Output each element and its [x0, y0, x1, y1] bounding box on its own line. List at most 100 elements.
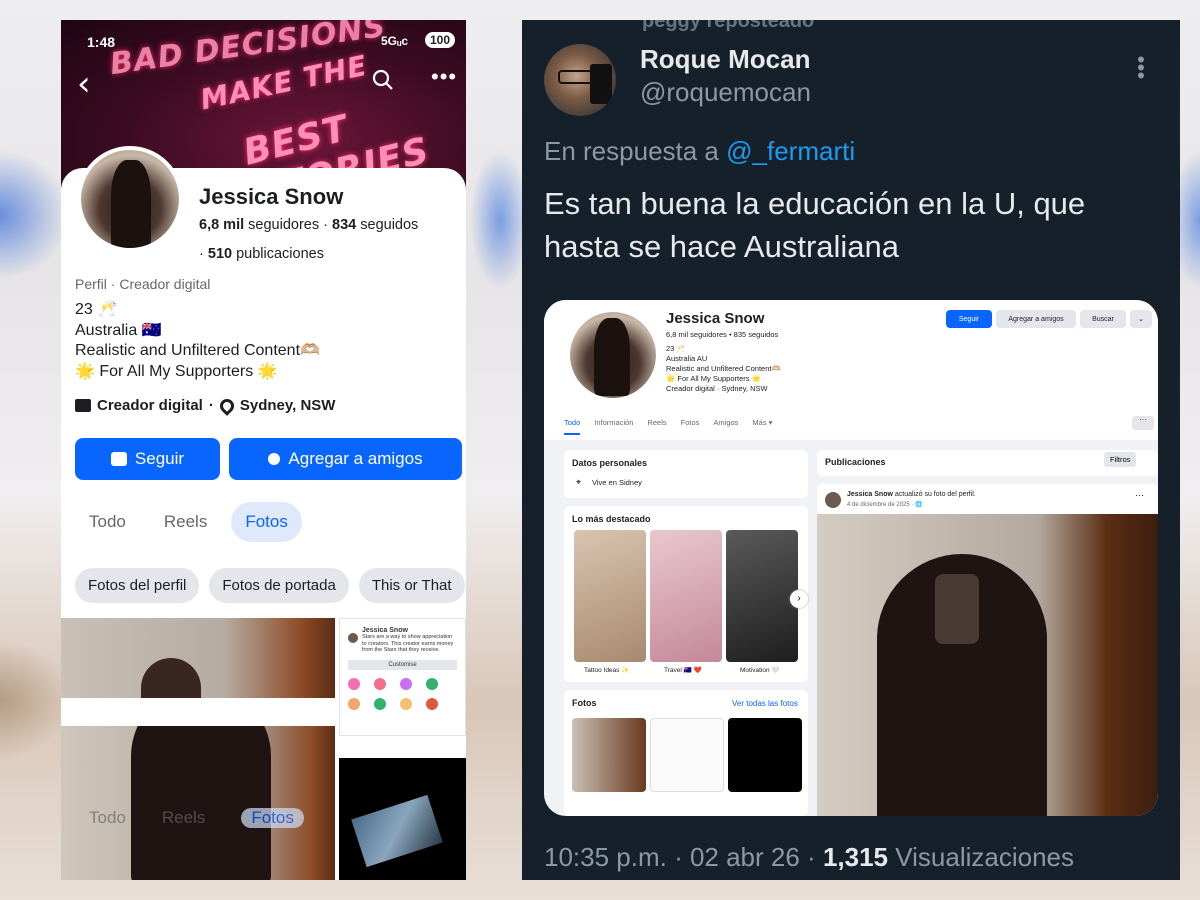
background-blur — [0, 640, 70, 760]
embed-post-more-icon: ··· — [1135, 490, 1144, 500]
thumb-button: Customise — [348, 659, 457, 670]
embed-search-button: Buscar — [1080, 310, 1126, 328]
embed-highlight-thumb — [574, 530, 646, 662]
embed-post-author: Jessica Snow — [847, 491, 893, 498]
reply-prefix: En respuesta a — [544, 136, 719, 166]
embed-post-action: actualizó su foto del perfil. — [894, 491, 976, 498]
tab-reels[interactable]: Reels — [150, 502, 221, 542]
embed-photos-card: Fotos Ver todas las fotos — [564, 690, 808, 816]
embed-line: 23 🥂 — [666, 344, 686, 353]
embed-tab: Información — [594, 418, 634, 427]
embed-header: Jessica Snow 6,8 mil seguidores • 835 se… — [544, 300, 1158, 440]
ghost-tab: Reels — [161, 808, 206, 827]
bio-line: 🌟 For All My Supporters 🌟 — [75, 362, 278, 380]
reply-context: En respuesta a @_fermarti — [544, 136, 855, 167]
embed-line: 🌟 For All My Supporters 🌟 — [666, 374, 761, 383]
embed-add-friend-button: Agregar a amigos — [996, 310, 1076, 328]
views-label: Visualizaciones — [895, 842, 1075, 872]
tweet-meta: 10:35 p.m. · 02 abr 26 · 1,315 Visualiza… — [544, 842, 1074, 873]
author-name[interactable]: Roque Mocan — [640, 44, 810, 75]
embed-highlight-label: Motivation 🤍 — [740, 667, 780, 674]
tab-todo[interactable]: Todo — [75, 502, 140, 542]
embed-photos-title: Fotos — [572, 698, 597, 708]
posts-stats: · 510 publicaciones — [199, 246, 324, 262]
add-friend-label: Agregar a amigos — [288, 449, 423, 468]
photo-thumbnail[interactable]: Jessica Snow Stars are a way to show app… — [339, 618, 466, 736]
network-indicator: 5Gᵤc — [381, 34, 409, 48]
embed-follow-button: Seguir — [946, 310, 992, 328]
embed-avatar — [570, 312, 656, 398]
back-arrow-icon[interactable]: ‹ — [77, 64, 91, 104]
author-handle[interactable]: @roquemocan — [640, 77, 811, 108]
embed-tab: Todo — [564, 418, 581, 435]
search-icon[interactable] — [371, 68, 395, 99]
chip-profile-photos[interactable]: Fotos del perfil — [75, 568, 200, 603]
location-pin-icon — [216, 395, 237, 416]
embed-line: Realistic and Unfiltered Content🫶🏼 — [666, 364, 781, 373]
embed-highlight-label: Travel 🇦🇺 ❤️ — [664, 667, 702, 674]
following-count[interactable]: 834 — [332, 217, 356, 233]
battery-indicator: 100 — [425, 32, 456, 48]
stars-row — [348, 677, 457, 690]
embed-filters-button: Filtros — [1104, 452, 1137, 467]
embedded-screenshot[interactable]: Jessica Snow 6,8 mil seguidores • 835 se… — [544, 300, 1158, 816]
embed-tab: Más ▾ — [752, 418, 773, 427]
embed-personal-title: Datos personales — [572, 458, 648, 468]
embed-next-arrow-icon: › — [790, 590, 808, 608]
more-options-icon[interactable]: ••• — [1136, 49, 1146, 87]
facebook-profile-screenshot: BAD DECISIONS MAKE THE BEST STORIES 1:48… — [61, 20, 466, 880]
chip-cover-photos[interactable]: Fotos de portada — [209, 568, 349, 603]
embed-highlight-thumb — [726, 530, 798, 662]
repost-header: peggy reposteado — [642, 20, 815, 32]
follow-label: Seguir — [134, 449, 185, 468]
separator: · — [208, 397, 214, 414]
photo-filter-chips: Fotos del perfil Fotos de portada This o… — [75, 568, 465, 603]
embed-post-date: 4 de diciembre de 2025 · 🌐 — [847, 502, 923, 508]
more-options-icon[interactable]: ••• — [431, 64, 457, 90]
profile-category: Perfil · Creador digital — [75, 276, 211, 292]
embed-line: Australia AU — [666, 354, 708, 363]
profile-avatar[interactable] — [77, 146, 183, 252]
profile-stats: 6,8 mil seguidores · 834 seguidos — [199, 217, 418, 233]
photo-thumbnail[interactable] — [339, 758, 466, 880]
embed-post-avatar — [825, 492, 841, 508]
embed-highlight-thumb — [650, 530, 722, 662]
author-avatar[interactable] — [544, 44, 616, 116]
following-label: seguidos — [360, 217, 419, 233]
separator: · — [199, 246, 204, 262]
add-friend-button[interactable]: Agregar a amigos — [229, 438, 462, 480]
reply-to-link[interactable]: @_fermarti — [726, 136, 855, 166]
background-blur — [0, 150, 70, 280]
separator: · — [323, 217, 328, 233]
tweet: peggy reposteado Roque Mocan @roquemocan… — [522, 20, 1180, 880]
tweet-text: Es tan buena la educación en la U, que h… — [544, 186, 1086, 264]
tab-fotos[interactable]: Fotos — [231, 502, 302, 542]
background-blur — [470, 150, 530, 290]
embed-name: Jessica Snow — [666, 310, 765, 327]
embed-highlights-title: Lo más destacado — [572, 514, 651, 524]
embed-post-title: Jessica Snow actualizó su foto del perfi… — [847, 491, 976, 498]
thumb-text: Stars are a way to show appreciation to … — [362, 634, 454, 653]
embed-location-icon: ⌖ — [576, 477, 582, 487]
photo-thumbnail[interactable] — [61, 618, 335, 698]
followers-count[interactable]: 6,8 mil — [199, 217, 244, 233]
embed-tab: Amigos — [713, 418, 739, 427]
creator-label: Creador digital — [97, 397, 203, 414]
bio-line: 23 🥂 — [75, 301, 118, 318]
tweet-timestamp[interactable]: 10:35 p.m. · 02 abr 26 · — [544, 842, 816, 872]
embed-chevron-down-icon: ⌄ — [1130, 310, 1152, 328]
follow-icon — [110, 452, 127, 466]
chip-this-or-that[interactable]: This or That — [358, 568, 465, 603]
follow-button[interactable]: Seguir — [75, 438, 220, 480]
embed-see-all-photos: Ver todas las fotos — [732, 699, 798, 708]
embed-tabs: Todo Información Reels Fotos Amigos Más … — [564, 418, 772, 435]
embed-tab: Reels — [647, 418, 667, 427]
views-count: 1,315 — [822, 842, 889, 872]
photo-thumbnail[interactable]: Todo Reels Fotos — [61, 726, 335, 880]
status-bar: 1:48 5Gᵤc 100 — [61, 20, 466, 60]
ghost-tab: Todo — [89, 808, 126, 827]
embed-photo-thumb — [650, 718, 724, 792]
bio-line: Australia 🇦🇺 — [75, 321, 162, 339]
creator-icon — [75, 399, 91, 412]
profile-bio: 23 🥂 Australia 🇦🇺 Realistic and Unfilter… — [75, 300, 320, 382]
